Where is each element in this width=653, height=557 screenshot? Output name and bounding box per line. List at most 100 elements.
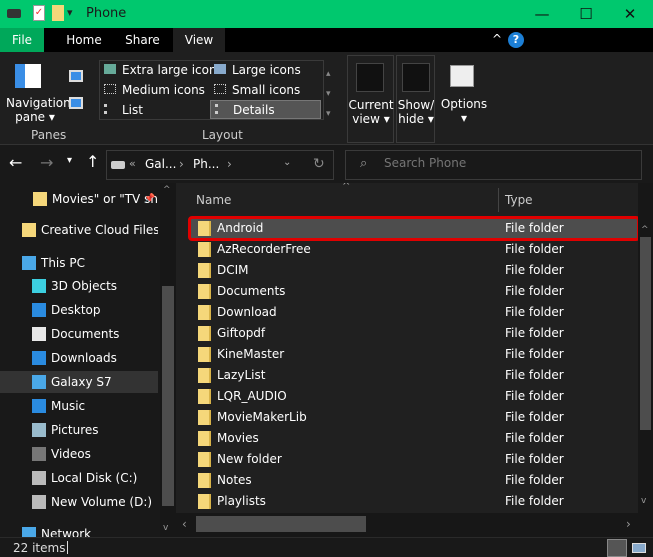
address-bar[interactable]: « Gal... › Ph... › ⌄ ↻ bbox=[106, 150, 334, 180]
column-name[interactable]: Name bbox=[196, 193, 231, 207]
scroll-left-icon[interactable]: ‹ bbox=[182, 517, 187, 531]
refresh-icon[interactable]: ↻ bbox=[313, 156, 325, 172]
layout-extra-large-icons[interactable]: Extra large icons bbox=[104, 63, 223, 77]
file-row[interactable]: DCIM File folder bbox=[190, 260, 638, 281]
folder-icon bbox=[198, 452, 211, 467]
properties-icon[interactable]: ✓ bbox=[33, 5, 45, 21]
nav-item[interactable]: Creative Cloud Files bbox=[0, 219, 158, 241]
file-row[interactable]: Playlists File folder bbox=[190, 491, 638, 512]
collapse-ribbon-icon[interactable]: ^ bbox=[492, 32, 502, 46]
file-name: Giftopdf bbox=[217, 326, 266, 340]
tab-file[interactable]: File bbox=[0, 28, 44, 52]
current-view-button[interactable]: Current view ▾ bbox=[347, 55, 394, 143]
file-list: Name ^ Type Android File folder AzRecorder… bbox=[176, 183, 653, 537]
file-row[interactable]: New folder File folder bbox=[190, 449, 638, 470]
forward-button[interactable]: → bbox=[40, 153, 53, 172]
nav-item[interactable]: Desktop bbox=[0, 299, 158, 321]
file-row[interactable]: Movies File folder bbox=[190, 428, 638, 449]
layout-large-icons[interactable]: Large icons bbox=[214, 63, 301, 77]
file-scrollbar-thumb[interactable] bbox=[640, 237, 651, 430]
nav-item[interactable]: Videos bbox=[0, 443, 158, 465]
nav-item[interactable]: Galaxy S7 bbox=[0, 371, 158, 393]
layout-list[interactable]: List bbox=[104, 103, 143, 117]
layout-details[interactable]: Details bbox=[210, 100, 321, 119]
music-icon bbox=[32, 399, 46, 413]
preview-pane-icon[interactable] bbox=[69, 70, 83, 82]
layout-small-icons[interactable]: Small icons bbox=[214, 83, 300, 97]
address-dropdown-icon[interactable]: ⌄ bbox=[283, 157, 291, 168]
new-folder-icon[interactable] bbox=[52, 5, 64, 21]
horizontal-scrollbar[interactable]: ‹ › bbox=[176, 513, 638, 537]
title-bar: ✓ ▾ Phone — ☐ ✕ bbox=[0, 0, 653, 28]
scroll-up-icon[interactable]: ^ bbox=[163, 185, 171, 195]
breadcrumb-phone[interactable]: Ph... bbox=[193, 157, 219, 171]
show-hide-button[interactable]: Show/hide ▾ bbox=[396, 55, 435, 143]
file-type: File folder bbox=[505, 347, 564, 361]
tab-view[interactable]: View bbox=[173, 28, 225, 52]
nav-item[interactable]: Documents bbox=[0, 323, 158, 345]
file-name: LQR_AUDIO bbox=[217, 389, 287, 403]
folder-icon bbox=[198, 347, 211, 362]
minimize-button[interactable]: — bbox=[522, 2, 562, 26]
nav-item-label: Downloads bbox=[51, 351, 117, 365]
nav-item[interactable]: Network bbox=[0, 523, 158, 537]
desktop-icon bbox=[32, 303, 46, 317]
scroll-down-icon[interactable]: v bbox=[163, 523, 168, 533]
details-view-button[interactable] bbox=[607, 539, 627, 557]
layout-medium-icons[interactable]: Medium icons bbox=[104, 83, 205, 97]
nav-item[interactable]: Music bbox=[0, 395, 158, 417]
nav-item[interactable]: Movies" or "TV sh 📌 bbox=[0, 188, 158, 210]
tab-home[interactable]: Home bbox=[56, 28, 112, 52]
nav-item[interactable]: New Volume (D:) bbox=[0, 491, 158, 513]
file-row[interactable]: Notes File folder bbox=[190, 470, 638, 491]
search-box[interactable]: ⌕ bbox=[345, 150, 642, 180]
sort-by-icon bbox=[356, 63, 384, 92]
back-button[interactable]: ← bbox=[9, 153, 22, 172]
nav-item[interactable]: This PC bbox=[0, 252, 158, 274]
nav-scrollbar[interactable]: ^ v bbox=[160, 183, 176, 537]
file-name: Movies bbox=[217, 431, 259, 445]
help-icon[interactable]: ? bbox=[508, 32, 524, 48]
up-button[interactable]: ↑ bbox=[86, 152, 99, 171]
file-row[interactable]: AzRecorderFree File folder bbox=[190, 239, 638, 260]
file-type: File folder bbox=[505, 452, 564, 466]
scroll-up-icon[interactable]: ^ bbox=[641, 225, 649, 235]
layout-scroll[interactable]: ▴ ▾ ▾ bbox=[326, 64, 331, 124]
file-row[interactable]: Giftopdf File folder bbox=[190, 323, 638, 344]
close-button[interactable]: ✕ bbox=[610, 2, 650, 26]
details-pane-icon[interactable] bbox=[69, 97, 83, 109]
file-row[interactable]: Documents File folder bbox=[190, 281, 638, 302]
column-type[interactable]: Type bbox=[505, 193, 533, 207]
column-divider[interactable] bbox=[498, 188, 499, 212]
nav-item[interactable]: Pictures bbox=[0, 419, 158, 441]
scroll-right-icon[interactable]: › bbox=[626, 517, 631, 531]
file-scrollbar[interactable]: ^ v bbox=[638, 183, 653, 537]
scroll-down-icon[interactable]: v bbox=[641, 496, 646, 506]
horizontal-scrollbar-thumb[interactable] bbox=[196, 516, 366, 532]
file-row[interactable]: MovieMakerLib File folder bbox=[190, 407, 638, 428]
maximize-button[interactable]: ☐ bbox=[566, 2, 606, 26]
nav-item[interactable]: Downloads bbox=[0, 347, 158, 369]
nav-scrollbar-thumb[interactable] bbox=[162, 286, 174, 506]
search-input[interactable] bbox=[384, 156, 634, 170]
tab-share[interactable]: Share bbox=[115, 28, 170, 52]
nav-item[interactable]: Local Disk (C:) bbox=[0, 467, 158, 489]
folder-icon bbox=[198, 431, 211, 446]
file-row[interactable]: Android File folder bbox=[188, 216, 640, 241]
file-row[interactable]: LazyList File folder bbox=[190, 365, 638, 386]
customize-toolbar-icon[interactable]: ▾ bbox=[67, 6, 73, 19]
file-row[interactable]: LQR_AUDIO File folder bbox=[190, 386, 638, 407]
recent-locations-button[interactable]: ▾ bbox=[67, 155, 72, 166]
file-row[interactable]: KineMaster File folder bbox=[190, 344, 638, 365]
breadcrumb-galaxy[interactable]: Gal... bbox=[145, 157, 176, 171]
nav-item-label: Music bbox=[51, 399, 86, 413]
status-bar: 22 items bbox=[0, 537, 653, 557]
large-icons-view-button[interactable] bbox=[632, 543, 646, 553]
options-button[interactable]: Options ▾ bbox=[440, 55, 488, 143]
navigation-pane-button[interactable]: Navigation pane ▾ bbox=[6, 96, 71, 124]
file-row[interactable]: Download File folder bbox=[190, 302, 638, 323]
large-icons-icon bbox=[214, 64, 226, 74]
nav-item[interactable]: 3D Objects bbox=[0, 275, 158, 297]
folder-icon bbox=[198, 284, 211, 299]
file-name: Android bbox=[217, 221, 264, 235]
